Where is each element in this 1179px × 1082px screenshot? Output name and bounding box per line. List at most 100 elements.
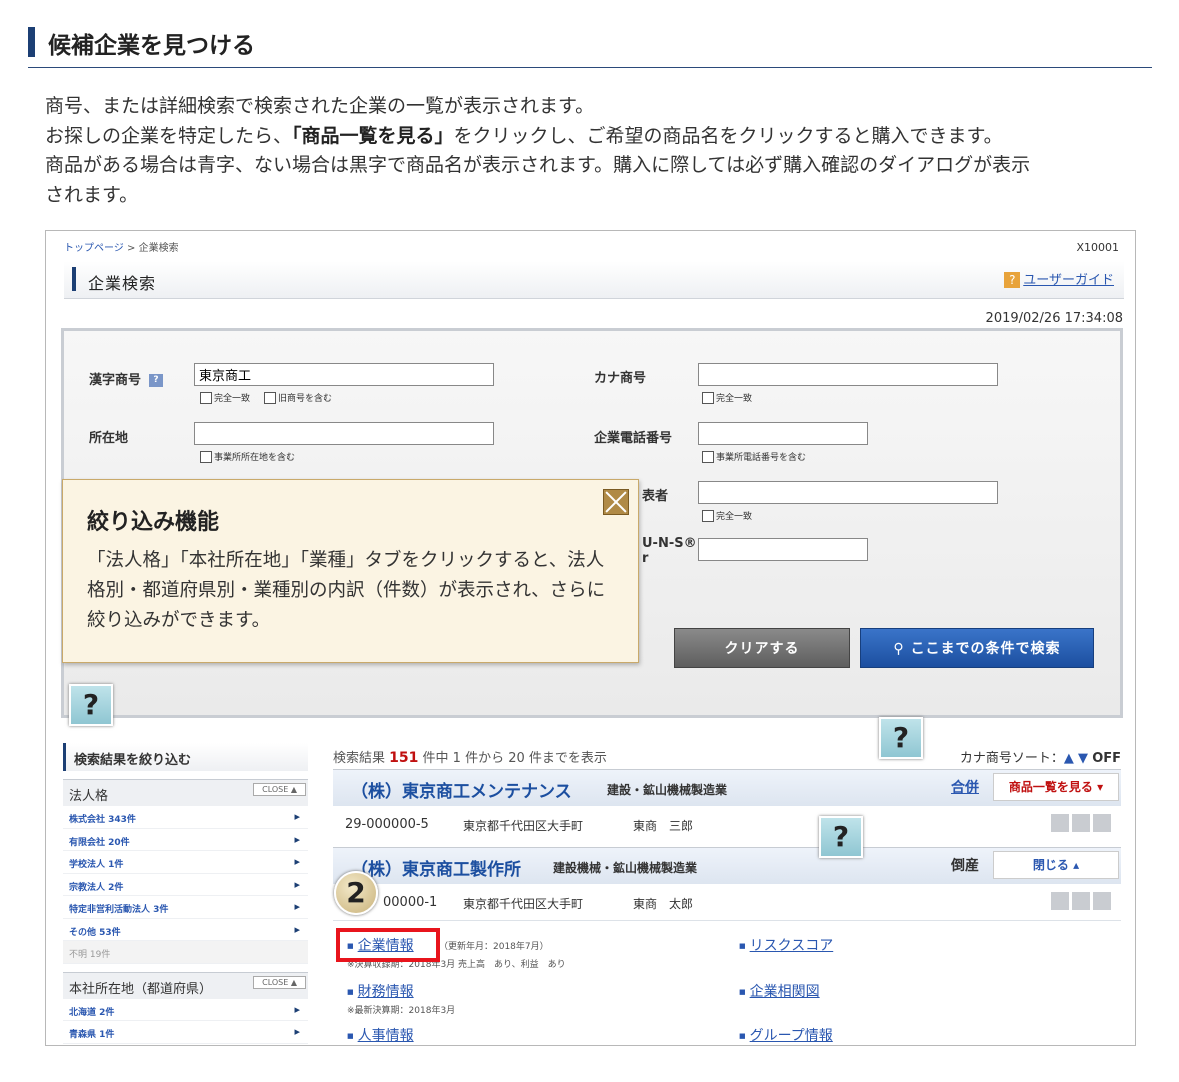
filter-item[interactable]: 株式会社 343件 xyxy=(63,806,308,829)
phone-label: 企業電話番号 xyxy=(594,431,673,446)
result-card-header: （株）東京商工メンテナンス 建設・鉱山機械製造業 合併 商品一覧を見る ▾ xyxy=(333,770,1121,806)
help-icon: ? xyxy=(1004,272,1021,288)
rep-exact-checkbox[interactable]: 完全一致 xyxy=(702,509,752,522)
result-count: 151 xyxy=(389,750,419,766)
help-mark[interactable]: ? xyxy=(879,717,923,759)
duns-label: U-N-S® xyxy=(642,536,697,551)
status-label: 倒産 xyxy=(951,858,979,874)
kana-sort: カナ商号ソート：▲ ▼ OFF xyxy=(960,747,1121,766)
checkbox-label: 完全一致 xyxy=(214,394,251,404)
checkbox-box[interactable] xyxy=(200,450,212,463)
datetime: 2019/02/26 17:34:08 xyxy=(985,311,1123,326)
checkbox-box[interactable] xyxy=(200,391,212,404)
guide-title: 候補企業を見つける xyxy=(48,33,255,59)
page-header-bar xyxy=(72,267,76,291)
checkbox-label: 完全一致 xyxy=(716,512,753,522)
breadcrumb-separator: > xyxy=(127,243,136,254)
close-products-button[interactable]: 閉じる ▴ xyxy=(993,851,1119,879)
action-icons xyxy=(1051,892,1111,910)
result-card-header: （株）東京商工製作所 建設機械・鉱山機械製造業 倒産 閉じる ▴ xyxy=(333,848,1121,884)
duns-input[interactable] xyxy=(698,538,868,561)
heading-accent-bar xyxy=(28,27,35,57)
finance-link[interactable]: 財務情報 xyxy=(347,981,414,1001)
guide-intro: 商号、または詳細検索で検索された企業の一覧が表示されます。 お探しの企業を特定し… xyxy=(45,92,1155,210)
kanji-name-label-text: 漢字商号 xyxy=(89,373,142,388)
filter-item[interactable]: 学校法人 1件 xyxy=(63,851,308,874)
company-name-link[interactable]: （株）東京商工メンテナンス xyxy=(351,777,572,802)
result-card: （株）東京商工製作所 建設機械・鉱山機械製造業 倒産 閉じる ▴ 00000-1… xyxy=(333,847,1121,1044)
filter-item[interactable]: 特定非営利活動法人 3件 xyxy=(63,896,308,919)
risk-score-link[interactable]: リスクスコア xyxy=(739,935,834,955)
industry: 建設機械・鉱山機械製造業 xyxy=(553,861,698,875)
help-mark[interactable]: ? xyxy=(819,816,863,858)
filter-item[interactable]: 青森県 1件 xyxy=(63,1021,308,1044)
intro-emphasis: 「商品一覧を見る」 xyxy=(292,124,454,147)
personnel-link[interactable]: 人事情報 xyxy=(347,1025,414,1045)
checkbox-box[interactable] xyxy=(702,391,714,404)
sort-desc-icon[interactable]: ▼ xyxy=(1078,751,1088,766)
close-toggle[interactable]: CLOSE ▲ xyxy=(253,975,306,989)
kana-exact-checkbox[interactable]: 完全一致 xyxy=(702,391,752,404)
company-info-note: （更新年月：2018年7月） xyxy=(439,942,549,952)
help-icon[interactable]: ? xyxy=(149,374,164,387)
checkbox-box[interactable] xyxy=(702,450,714,463)
list-icon[interactable] xyxy=(1051,814,1069,832)
summary-text: 検索結果 xyxy=(333,751,386,766)
category-label: 本社所在地（都道府県） xyxy=(69,981,213,997)
filter-item[interactable]: 北海道 2件 xyxy=(63,999,308,1021)
bookmark-icon[interactable] xyxy=(1093,814,1111,832)
filter-item[interactable]: 宗教法人 2件 xyxy=(63,874,308,896)
location-input[interactable] xyxy=(194,422,494,445)
representative-label: 表者 xyxy=(642,489,669,504)
result-card: （株）東京商工メンテナンス 建設・鉱山機械製造業 合併 商品一覧を見る ▾ 29… xyxy=(333,769,1121,842)
search-button[interactable]: ⚲ ここまでの条件で検索 xyxy=(860,628,1094,668)
exact-match-checkbox[interactable]: 完全一致 xyxy=(200,391,250,404)
filter-category-corporate-type[interactable]: 法人格 CLOSE ▲ xyxy=(63,779,308,806)
filter-item[interactable]: その他 53件 xyxy=(63,919,308,941)
bookmark-icon[interactable] xyxy=(1093,892,1111,910)
filter-item[interactable]: 有限会社 20件 xyxy=(63,829,308,851)
checkbox-box[interactable] xyxy=(264,391,276,404)
former-name-checkbox[interactable]: 旧商号を含む xyxy=(264,391,332,404)
page-header: 企業検索 ? ユーザーガイド xyxy=(64,261,1124,299)
kana-name-input[interactable] xyxy=(698,363,998,386)
intro-line-3: 商品がある場合は青字、ない場合は黒字で商品名が表示されます。購入に際しては必ず購… xyxy=(45,154,1031,176)
category-label: 法人格 xyxy=(69,789,109,804)
representative-input[interactable] xyxy=(698,481,998,504)
sort-asc-icon[interactable]: ▲ xyxy=(1064,751,1074,766)
phone-input[interactable] xyxy=(698,422,868,445)
rss-icon[interactable] xyxy=(1072,892,1090,910)
close-icon[interactable] xyxy=(603,489,629,515)
highlight-box xyxy=(336,928,440,962)
office-phone-checkbox[interactable]: 事業所電話番号を含む xyxy=(702,450,806,463)
checkbox-box[interactable] xyxy=(702,509,714,522)
company-id: 00000-1 xyxy=(383,895,438,910)
product-list-button[interactable]: 商品一覧を見る ▾ xyxy=(993,773,1119,801)
correlation-link[interactable]: 企業相関図 xyxy=(739,981,820,1001)
filter-category-prefecture[interactable]: 本社所在地（都道府県） CLOSE ▲ xyxy=(63,971,308,999)
office-location-checkbox[interactable]: 事業所所在地を含む xyxy=(200,450,295,463)
status-link[interactable]: 合併 xyxy=(951,777,979,797)
kanji-name-input[interactable] xyxy=(194,363,494,386)
close-toggle[interactable]: CLOSE ▲ xyxy=(253,783,306,796)
sort-label: カナ商号ソート： xyxy=(959,751,1064,766)
company-id: 29-000000-5 xyxy=(345,817,429,832)
breadcrumb-current: 企業検索 xyxy=(138,243,179,254)
location-label: 所在地 xyxy=(89,431,129,446)
user-guide-link[interactable]: ? ユーザーガイド xyxy=(1004,269,1114,288)
sort-off[interactable]: OFF xyxy=(1092,751,1121,766)
list-icon[interactable] xyxy=(1051,892,1069,910)
breadcrumb-top-link[interactable]: トップページ xyxy=(64,243,124,254)
group-link[interactable]: グループ情報 xyxy=(739,1025,833,1045)
company-name-link[interactable]: （株）東京商工製作所 xyxy=(351,855,521,880)
user-guide-label: ユーザーガイド xyxy=(1023,273,1114,288)
screen-id: X10001 xyxy=(1076,241,1119,254)
result-card-details: 00000-1 東京都千代田区大手町 東商 太郎 xyxy=(333,884,1121,920)
product-list: 企業情報 （更新年月：2018年7月） ※決算収録期：2018年3月 売上高 あ… xyxy=(333,920,1121,1044)
summary-text: 件中 1 件から 20 件までを表示 xyxy=(422,751,607,766)
clear-button[interactable]: クリアする xyxy=(674,628,850,668)
rss-icon[interactable] xyxy=(1072,814,1090,832)
intro-line-1: 商号、または詳細検索で検索された企業の一覧が表示されます。 xyxy=(45,95,595,117)
search-icon: ⚲ xyxy=(893,641,911,657)
help-mark[interactable]: ? xyxy=(69,684,113,726)
